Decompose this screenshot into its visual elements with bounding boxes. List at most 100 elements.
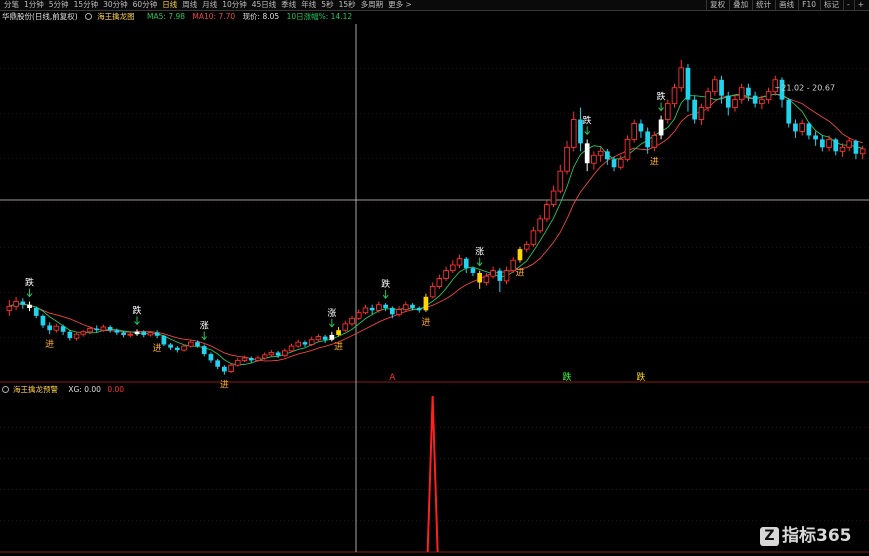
candle-body [80, 331, 87, 335]
candle [597, 147, 604, 162]
candle [819, 135, 825, 152]
candle [168, 342, 173, 351]
candle-body [195, 342, 200, 347]
candle-body [719, 79, 724, 96]
candle [6, 299, 13, 316]
candle-body [362, 307, 369, 314]
candle-body [369, 307, 375, 311]
signal-label-buy: 进 [334, 342, 343, 353]
candle-body [228, 364, 234, 372]
candle-body [584, 143, 590, 164]
candle-body [853, 140, 859, 154]
candle-body [449, 264, 456, 272]
candle-body [342, 323, 349, 331]
candle [201, 344, 207, 357]
candle-body [181, 345, 187, 351]
candle [732, 95, 738, 112]
candle [490, 266, 496, 279]
candle [456, 254, 463, 269]
candle-body [6, 305, 13, 311]
candle-body [174, 347, 180, 351]
candle [215, 358, 220, 370]
kline-chart[interactable]: 跌进跌进涨进涨进跌进涨进跌进跌21.02 - 20.67A 跌跌 [0, 0, 869, 556]
candle-body [40, 315, 46, 326]
candle [664, 99, 671, 124]
candle-body [470, 268, 476, 273]
candle-body [483, 275, 490, 283]
candle [658, 115, 664, 140]
candle-body [786, 99, 792, 124]
candle-body [355, 312, 362, 319]
candle [477, 270, 483, 289]
signal-label-sell: 跌 [381, 279, 390, 290]
candle-body [859, 148, 866, 155]
signal-label-buy: 进 [153, 343, 162, 354]
candle-body [503, 270, 510, 282]
candle [67, 330, 73, 341]
candle-body [410, 304, 415, 308]
candle [631, 119, 638, 143]
candle [134, 329, 140, 336]
candle [813, 131, 818, 146]
candle [315, 334, 322, 343]
candle-body [389, 307, 395, 315]
candle-body [134, 331, 140, 335]
candle [275, 350, 281, 359]
signal-label-sell: 跌 [25, 278, 34, 289]
candle [383, 303, 388, 312]
candle [752, 91, 758, 108]
candle-body [383, 304, 388, 308]
candle [578, 107, 583, 152]
candle-body [60, 326, 66, 332]
candle-body [13, 301, 19, 307]
candle [416, 306, 422, 313]
candle [570, 111, 577, 152]
candle-body [631, 123, 638, 140]
candle-body [47, 325, 53, 331]
candle [786, 98, 792, 128]
candle-body [402, 304, 409, 310]
candle [154, 330, 160, 339]
candle [853, 139, 859, 160]
candle [503, 266, 510, 285]
candle-body [27, 304, 32, 308]
signal-label-buy: 进 [220, 380, 229, 391]
candle-body [168, 344, 173, 348]
down-arrow-icon [658, 102, 664, 112]
candle [234, 358, 241, 367]
watermark-text: 指标365 [782, 526, 852, 546]
candle-body [839, 146, 846, 152]
candle-body [73, 333, 80, 339]
candle-body [396, 309, 402, 315]
candle-body [617, 158, 624, 168]
candle-body [523, 243, 530, 250]
candle-body [20, 301, 26, 305]
candle-body [638, 123, 644, 132]
candle-body [416, 307, 422, 311]
candle [20, 298, 26, 309]
candle-body [201, 346, 207, 355]
candle [584, 139, 590, 172]
candle-body [127, 333, 134, 336]
signal-label-sell: 跌 [133, 305, 142, 316]
candle-body [712, 79, 718, 93]
candle-body [33, 307, 39, 316]
candle [712, 75, 718, 96]
candle-body [255, 357, 261, 361]
candle [396, 306, 402, 317]
down-arrow-icon [201, 331, 208, 341]
candle-body [187, 341, 194, 347]
candle-body [732, 99, 738, 109]
candle-body [261, 354, 268, 359]
candle [846, 137, 853, 152]
down-arrow-icon [134, 316, 140, 326]
candle [161, 334, 167, 347]
candle-body [376, 304, 382, 311]
candle-body [241, 357, 248, 361]
candle [705, 87, 711, 112]
candle-body [208, 354, 214, 361]
candle-body [222, 366, 227, 372]
candle [517, 246, 523, 263]
candle-body [604, 151, 610, 160]
candle-body [752, 95, 758, 104]
